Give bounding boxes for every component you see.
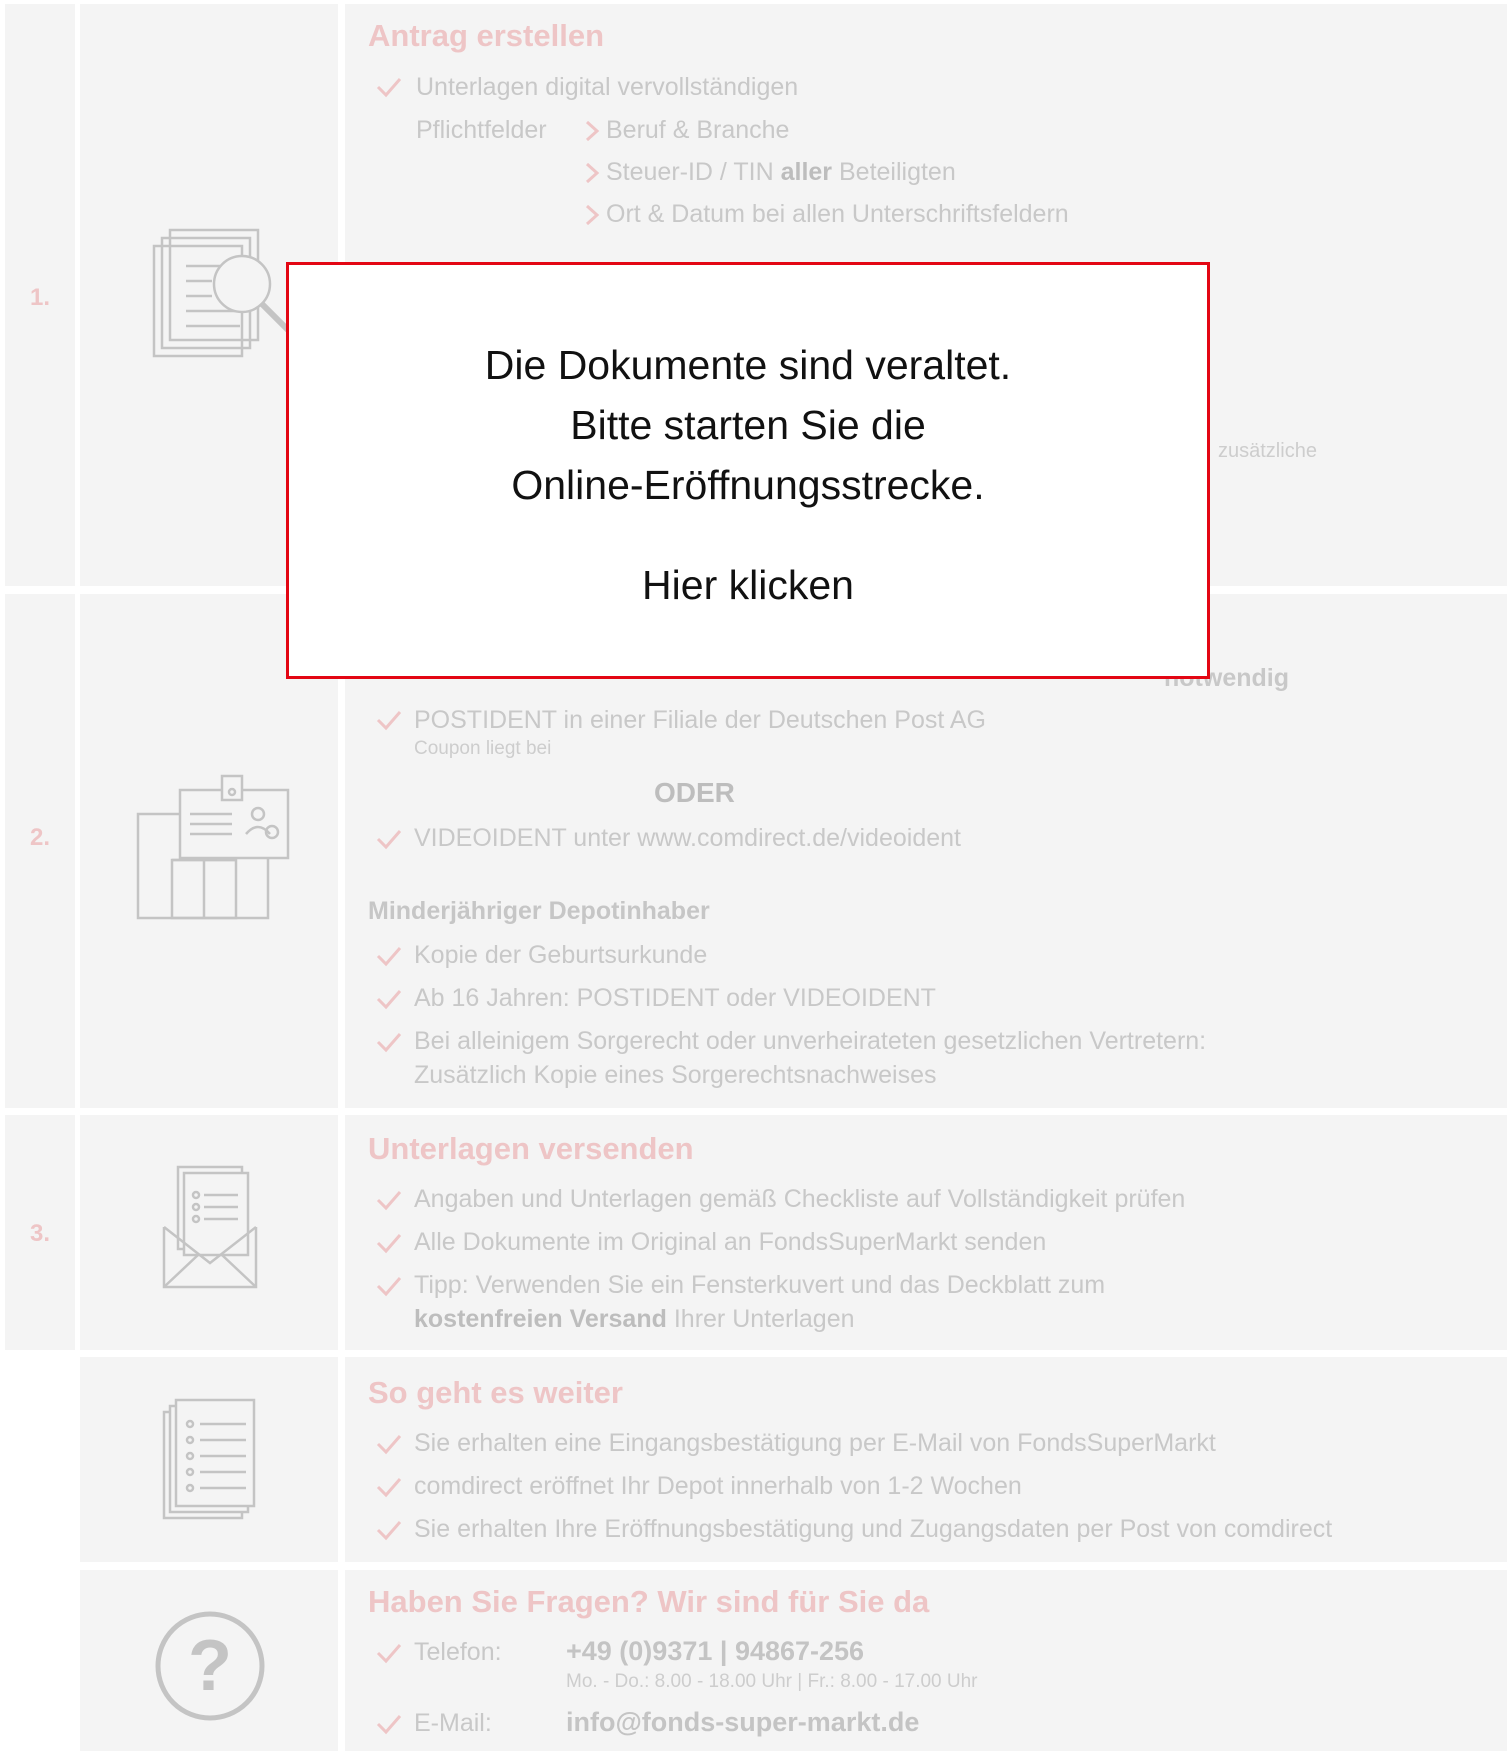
check-icon [376,1521,402,1541]
send-item-3-rest: Ihrer Unterlagen [673,1305,855,1333]
send-item-2: Alle Dokumente im Original an FondsSuper… [414,1228,1047,1256]
dialog-message-line2: Bitte starten Sie die [570,402,926,448]
phone-extension: 94867-256 [734,1636,865,1666]
document-search-icon [152,228,290,358]
next-item-2: comdirect eröffnet Ihr Depot innerhalb v… [414,1472,1022,1500]
check-icon [376,1234,402,1254]
email-label: E-Mail: [414,1709,492,1737]
chevron-right-icon [585,120,600,142]
pflicht-item-2-rest: Beteiligten [838,158,956,186]
dialog-message-line3: Online-Eröffnungsstrecke. [511,462,985,508]
pflicht-item-2-bold: aller [780,158,833,186]
check-icon [376,1644,402,1664]
step4-title: So geht es weiter [368,1375,623,1410]
next-item-3: Sie erhalten Ihre Eröffnungsbestätigung … [414,1515,1333,1543]
check-icon [376,947,402,967]
chevron-right-icon [585,204,600,226]
office-hours: Mo. - Do.: 8.00 - 18.00 Uhr | Fr.: 8.00 … [566,1671,978,1692]
send-item-3-cont: kostenfreien Versand Ihrer Unterlagen [414,1305,855,1334]
check-icon [376,1435,402,1455]
minor-item-3: Bei alleinigem Sorgerecht oder unverheir… [414,1027,1207,1055]
minor-item-3-cont: Zusätzlich Kopie eines Sorgerechtsnachwe… [414,1061,937,1089]
send-item-3: Tipp: Verwenden Sie ein Fensterkuvert un… [414,1271,1106,1299]
oder-label: ODER [654,777,735,808]
check-icon [376,711,402,731]
send-item-1: Angaben und Unterlagen gemäß Checkliste … [414,1185,1186,1213]
check-icon [376,1277,402,1297]
check-icon [376,1715,402,1735]
minor-item-1: Kopie der Geburtsurkunde [414,941,708,969]
check-icon [376,1191,402,1211]
check-icon [376,830,402,850]
email-link[interactable]: info@fonds-super-markt.de [566,1707,919,1738]
check-icon [376,990,402,1010]
pflicht-item-2: Steuer-ID / TIN aller Beteiligten [606,158,956,187]
check-icon [376,1478,402,1498]
phone-number[interactable]: +49 (0)9371 | 94867-256 [566,1636,864,1667]
phone-prefix: +49 (0)9371 [566,1636,713,1666]
pflichtfelder-label: Pflichtfelder [416,116,547,144]
partial-fragment: zusätzliche [1218,440,1317,462]
step1-number: 1. [29,284,50,311]
question-icon: ? [155,1611,265,1721]
minor-item-2: Ab 16 Jahren: POSTIDENT oder VIDEOIDENT [414,984,936,1012]
step1-line1: Unterlagen digital vervollständigen [416,73,799,101]
step2-line2: VIDEOIDENT unter www.comdirect.de/videoi… [414,824,961,852]
step5-title: Haben Sie Fragen? Wir sind für Sie da [368,1584,930,1619]
chevron-right-icon [585,162,600,184]
minor-depot-title: Minderjähriger Depotinhaber [368,897,710,925]
step2-line1: POSTIDENT in einer Filiale der Deutschen… [414,706,986,734]
envelope-document-icon [162,1165,258,1289]
phone-label: Telefon: [414,1638,502,1666]
pflicht-item-3: Ort & Datum bei allen Unterschriftsfelde… [606,200,1069,228]
document-checklist-icon [162,1398,256,1520]
post-office-icon [136,774,290,920]
pflicht-item-1: Beruf & Branche [606,116,790,144]
step3-title: Unterlagen versenden [368,1131,694,1166]
free-shipping-bold: kostenfreien Versand [414,1305,667,1333]
check-icon [376,78,402,98]
dialog-message-line1: Die Dokumente sind veraltet. [484,342,1012,388]
outdated-documents-dialog: Die Dokumente sind veraltet. Bitte start… [286,262,1210,679]
next-item-1: Sie erhalten eine Eingangsbestätigung pe… [414,1429,1216,1457]
step1-title: Antrag erstellen [368,18,605,53]
svg-text:?: ? [188,1626,232,1706]
coupon-note: Coupon liegt bei [414,738,552,759]
click-here-link[interactable]: Hier klicken [289,562,1207,609]
step3-number: 3. [29,1220,50,1247]
dialog-message: Die Dokumente sind veraltet. Bitte start… [289,335,1207,515]
pflicht-item-2-text: Steuer-ID / TIN [606,158,774,186]
check-icon [376,1033,402,1053]
step2-number: 2. [29,824,50,851]
